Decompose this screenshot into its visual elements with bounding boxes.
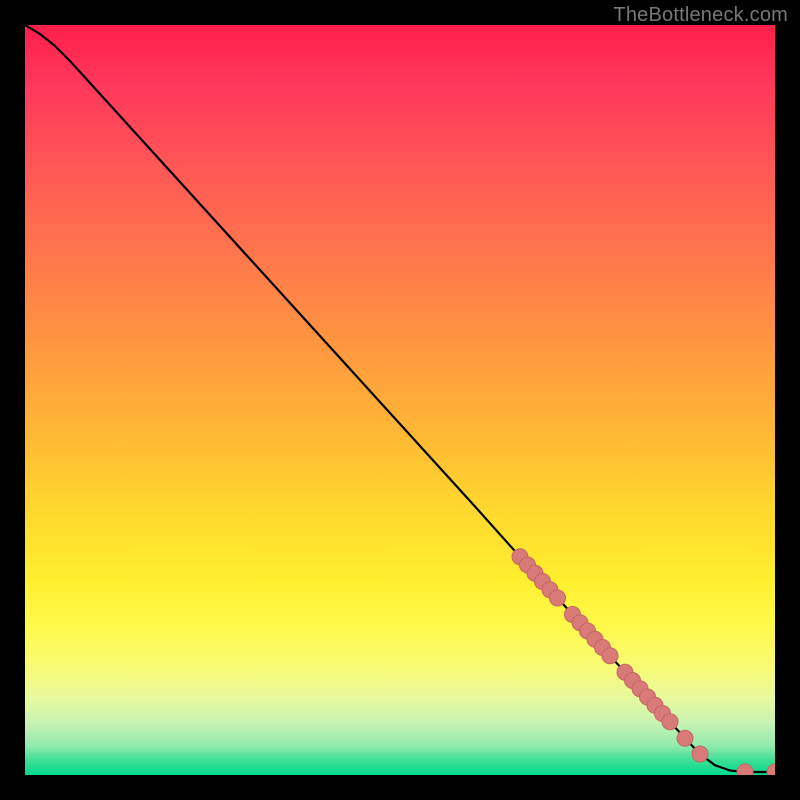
attribution-text: TheBottleneck.com [613, 4, 788, 27]
plot-area [25, 25, 775, 775]
data-marker [580, 623, 596, 639]
data-marker [565, 607, 581, 623]
data-marker [662, 714, 678, 730]
data-marker [572, 615, 588, 631]
data-marker [527, 565, 543, 581]
data-marker [520, 557, 536, 573]
data-marker [677, 730, 693, 746]
data-marker [542, 582, 558, 598]
data-marker [737, 764, 753, 775]
data-marker [595, 640, 611, 656]
chart-stage: TheBottleneck.com [0, 0, 800, 800]
data-marker [632, 681, 648, 697]
data-marker [655, 706, 671, 722]
data-marker [535, 574, 551, 590]
data-marker [640, 689, 656, 705]
chart-overlay [25, 25, 775, 775]
curve-line [25, 25, 775, 772]
data-marker [587, 631, 603, 647]
data-marker [617, 664, 633, 680]
data-marker [647, 697, 663, 713]
data-marker [550, 590, 566, 606]
data-marker [625, 673, 641, 689]
data-marker [767, 764, 775, 775]
data-marker [692, 746, 708, 762]
data-marker [512, 549, 528, 565]
marker-group [512, 549, 775, 775]
data-marker [602, 648, 618, 664]
